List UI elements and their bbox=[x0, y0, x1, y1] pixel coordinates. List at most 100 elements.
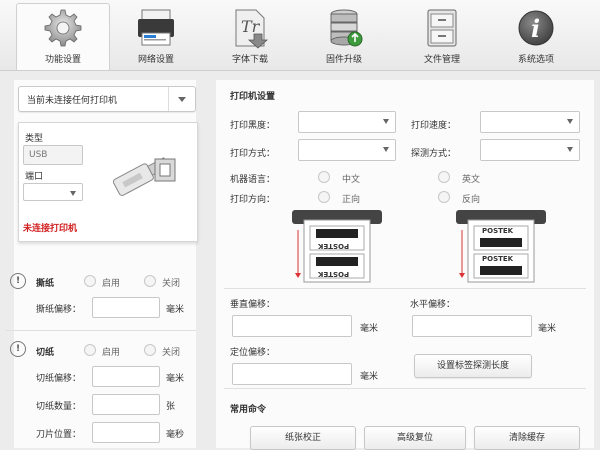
connection-box: 类型 USB 端口 未连接打印机 bbox=[18, 122, 198, 242]
position-offset-unit: 毫米 bbox=[360, 372, 379, 382]
status-warning: 未连接打印机 bbox=[23, 224, 78, 234]
dir-forward-label: 正向 bbox=[342, 195, 361, 205]
network-printer-icon bbox=[138, 9, 174, 46]
cut-offset-input[interactable] bbox=[92, 366, 160, 387]
horizontal-offset-input[interactable] bbox=[412, 315, 532, 337]
tear-disable-radio[interactable] bbox=[144, 275, 156, 287]
tab-file-management[interactable]: 文件管理 bbox=[396, 4, 488, 67]
cut-count-unit: 张 bbox=[166, 402, 176, 412]
lang-en-label: 英文 bbox=[462, 175, 481, 185]
lang-cn-radio[interactable] bbox=[318, 171, 330, 183]
svg-text:i: i bbox=[531, 14, 540, 43]
cut-disable-label: 关闭 bbox=[162, 348, 181, 358]
machine-language-label: 机器语言： bbox=[230, 175, 276, 185]
svg-text:Tr: Tr bbox=[241, 17, 261, 36]
forward-label-preview: POSTEK POSTEK bbox=[290, 208, 384, 284]
speed-label: 打印速度： bbox=[411, 121, 457, 131]
horizontal-offset-unit: 毫米 bbox=[538, 324, 557, 334]
divider bbox=[224, 388, 586, 389]
vertical-offset-input[interactable] bbox=[232, 315, 352, 337]
tab-label: 功能设置 bbox=[44, 55, 81, 65]
label-brand-text: POSTEK bbox=[482, 255, 514, 263]
type-label: 类型 bbox=[25, 134, 44, 144]
common-commands-title: 常用命令 bbox=[230, 405, 267, 415]
cut-offset-label: 切纸偏移： bbox=[36, 374, 82, 384]
port-select[interactable] bbox=[23, 183, 83, 201]
tab-label: 固件升级 bbox=[325, 55, 362, 65]
detect-method-label: 探测方式： bbox=[411, 149, 457, 159]
gear-icon bbox=[44, 9, 82, 47]
reverse-label-preview: POSTEK POSTEK bbox=[454, 208, 548, 284]
type-field: USB bbox=[23, 145, 83, 165]
lang-en-radio[interactable] bbox=[438, 171, 450, 183]
tear-offset-label: 撕纸偏移： bbox=[36, 305, 82, 315]
printer-head-icon bbox=[456, 210, 546, 283]
tab-firmware-upgrade[interactable]: 固件升级 bbox=[298, 4, 390, 67]
cut-disable-radio[interactable] bbox=[144, 344, 156, 356]
vertical-offset-label: 垂直偏移： bbox=[230, 300, 276, 310]
dir-forward-radio[interactable] bbox=[318, 191, 330, 203]
tab-network-settings[interactable]: 网络设置 bbox=[110, 4, 202, 67]
chevron-down-icon[interactable] bbox=[168, 87, 195, 111]
tear-offset-unit: 毫米 bbox=[166, 305, 185, 315]
usb-connector-icon bbox=[112, 157, 176, 196]
file-cabinet-icon bbox=[427, 9, 457, 47]
tab-label: 字体下载 bbox=[231, 55, 268, 65]
info-icon[interactable]: ! bbox=[10, 273, 26, 289]
tear-enable-label: 启用 bbox=[102, 279, 121, 289]
print-direction-label: 打印方向： bbox=[230, 195, 276, 205]
printer-select[interactable]: 当前未连接任何打印机 bbox=[18, 86, 196, 112]
cut-enable-radio[interactable] bbox=[84, 344, 96, 356]
info-icon[interactable]: ! bbox=[10, 341, 26, 357]
tab-system-options[interactable]: i 系统选项 bbox=[490, 4, 582, 67]
paper-calibrate-button[interactable]: 纸张校正 bbox=[250, 426, 356, 450]
tear-offset-input[interactable] bbox=[92, 297, 160, 318]
cut-count-label: 切纸数量： bbox=[36, 402, 82, 412]
printer-select-value: 当前未连接任何打印机 bbox=[27, 96, 118, 106]
horizontal-offset-label: 水平偏移： bbox=[410, 300, 456, 310]
tab-label: 系统选项 bbox=[517, 55, 554, 65]
tab-font-download[interactable]: Tr 字体下载 bbox=[204, 4, 296, 67]
tear-enable-radio[interactable] bbox=[84, 275, 96, 287]
tear-title: 撕纸 bbox=[36, 279, 55, 289]
printer-settings-title: 打印机设置 bbox=[230, 92, 276, 102]
cut-count-input[interactable] bbox=[92, 394, 160, 415]
printer-settings-panel: 打印机设置 打印黑度： 打印速度： 打印方式： 探测方式： 机器语言： 中文 英… bbox=[216, 80, 594, 450]
port-label: 端口 bbox=[25, 172, 44, 182]
position-offset-input[interactable] bbox=[232, 363, 352, 385]
blade-position-unit: 毫秒 bbox=[166, 430, 185, 440]
tab-function-settings[interactable]: 功能设置 bbox=[16, 3, 110, 70]
divider bbox=[224, 288, 586, 289]
position-offset-label: 定位偏移： bbox=[230, 348, 276, 358]
speed-select[interactable] bbox=[480, 111, 580, 133]
font-download-icon: Tr bbox=[235, 9, 269, 49]
cut-enable-label: 启用 bbox=[102, 348, 121, 358]
blade-position-input[interactable] bbox=[92, 422, 160, 443]
divider bbox=[6, 330, 196, 331]
dir-reverse-radio[interactable] bbox=[438, 191, 450, 203]
clear-cache-button[interactable]: 清除缓存 bbox=[474, 426, 580, 450]
cut-title: 切纸 bbox=[36, 348, 55, 358]
blade-position-label: 刀片位置： bbox=[36, 430, 82, 440]
info-icon: i bbox=[518, 10, 554, 46]
label-brand-text: POSTEK bbox=[318, 270, 350, 278]
advanced-reset-button[interactable]: 高级复位 bbox=[364, 426, 466, 450]
print-method-select[interactable] bbox=[298, 139, 396, 161]
tear-disable-label: 关闭 bbox=[162, 279, 181, 289]
darkness-select[interactable] bbox=[298, 111, 396, 133]
tab-label: 文件管理 bbox=[423, 55, 460, 65]
type-value: USB bbox=[29, 150, 48, 160]
detect-method-select[interactable] bbox=[480, 139, 580, 161]
tab-label: 网络设置 bbox=[137, 55, 174, 65]
dir-reverse-label: 反向 bbox=[462, 195, 481, 205]
darkness-label: 打印黑度： bbox=[230, 121, 276, 131]
top-toolbar: 功能设置 网络设置 Tr 字体下载 固件升级 文件管理 i 系统选项 bbox=[0, 0, 600, 71]
print-method-label: 打印方式： bbox=[230, 149, 276, 159]
left-panel: 当前未连接任何打印机 类型 USB 端口 未连接打印机 ! 撕纸 启用 关闭 撕… bbox=[6, 80, 198, 448]
vertical-offset-unit: 毫米 bbox=[360, 324, 379, 334]
label-brand-text: POSTEK bbox=[482, 227, 514, 235]
label-brand-text: POSTEK bbox=[318, 242, 350, 250]
cut-offset-unit: 毫米 bbox=[166, 374, 185, 384]
set-label-length-button[interactable]: 设置标签探测长度 bbox=[414, 354, 532, 378]
lang-cn-label: 中文 bbox=[342, 175, 361, 185]
